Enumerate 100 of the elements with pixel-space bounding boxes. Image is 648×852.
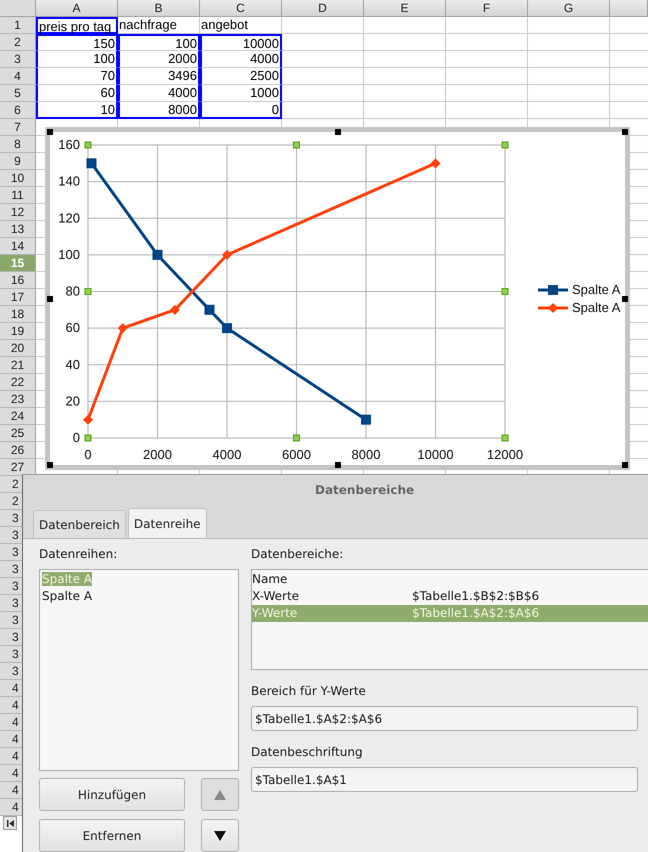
y-tick-label: 160 bbox=[58, 137, 80, 152]
column-header[interactable]: D bbox=[282, 0, 364, 17]
list-item[interactable]: Spalte A bbox=[42, 589, 92, 603]
x-tick-label: 0 bbox=[84, 447, 92, 462]
table-cell: 3496 bbox=[118, 68, 200, 85]
table-cell: angebot bbox=[200, 17, 282, 34]
series-list[interactable]: Spalte A Spalte A bbox=[39, 569, 239, 771]
selection-handle[interactable] bbox=[293, 434, 300, 442]
point bbox=[152, 250, 162, 260]
selection-handle[interactable] bbox=[47, 462, 53, 468]
down-arrow-icon bbox=[213, 830, 227, 842]
selection-handle[interactable] bbox=[84, 288, 92, 295]
table-cell: 4000 bbox=[200, 51, 282, 68]
row-header[interactable]: 21 bbox=[0, 357, 36, 374]
point bbox=[222, 250, 232, 260]
row-header[interactable]: 5 bbox=[0, 85, 36, 102]
up-arrow-icon bbox=[213, 788, 227, 800]
row-header[interactable]: 24 bbox=[0, 408, 36, 425]
legend-label: Spalte A bbox=[572, 282, 620, 297]
y-tick-label: 40 bbox=[66, 356, 80, 372]
table-cell: preis pro tag bbox=[36, 17, 118, 34]
row-header[interactable]: 8 bbox=[0, 136, 36, 153]
field-label: Datenbeschriftung bbox=[251, 745, 364, 760]
table-cell: 4000 bbox=[118, 85, 200, 102]
list-row[interactable]: Name bbox=[252, 571, 648, 588]
tab[interactable]: Datenreihe bbox=[128, 508, 207, 538]
point bbox=[430, 158, 440, 168]
row-header[interactable]: 22 bbox=[0, 374, 36, 391]
row-header[interactable]: 19 bbox=[0, 323, 36, 340]
selection-handle[interactable] bbox=[47, 296, 53, 302]
column-header[interactable]: E bbox=[364, 0, 446, 17]
row-header[interactable]: 25 bbox=[0, 425, 36, 442]
add-button[interactable]: Hinzufügen bbox=[39, 778, 185, 811]
row-header[interactable]: 13 bbox=[0, 221, 36, 238]
row-header[interactable]: 12 bbox=[0, 204, 36, 221]
y-tick-label: 140 bbox=[58, 174, 80, 189]
series-label: Datenreihen: bbox=[39, 547, 118, 562]
row-header[interactable]: 14 bbox=[0, 238, 36, 255]
table-cell: 10000 bbox=[200, 34, 282, 51]
row-header[interactable]: 2 bbox=[0, 34, 36, 51]
label-input-field[interactable]: $Tabelle1.$A$1 bbox=[251, 767, 638, 792]
x-tick-label: 4000 bbox=[212, 447, 242, 462]
x-tick-label: 8000 bbox=[352, 447, 380, 462]
point bbox=[86, 158, 96, 168]
move-down-button[interactable] bbox=[201, 819, 239, 852]
table-cell: 0 bbox=[200, 102, 282, 119]
row-header[interactable]: 3 bbox=[0, 51, 36, 68]
y-tick-label: 0 bbox=[72, 430, 80, 445]
row-header[interactable]: 4 bbox=[0, 68, 36, 85]
selection-handle[interactable] bbox=[502, 434, 508, 442]
table-cell: 100 bbox=[118, 34, 200, 51]
row-header[interactable]: 1 bbox=[0, 17, 36, 34]
selection-handle[interactable] bbox=[47, 129, 53, 135]
first-sheet-icon[interactable] bbox=[3, 816, 17, 830]
range-input-field[interactable]: $Tabelle1.$A$2:$A$6 bbox=[251, 706, 638, 731]
remove-button[interactable]: Entfernen bbox=[39, 819, 185, 852]
point bbox=[83, 414, 93, 425]
column-header[interactable]: G bbox=[528, 0, 610, 17]
table-cell: 2500 bbox=[200, 68, 282, 85]
column-header[interactable]: B bbox=[118, 0, 200, 17]
column-header[interactable]: C bbox=[200, 0, 282, 17]
column-header[interactable] bbox=[610, 0, 648, 17]
selection-handle[interactable] bbox=[293, 142, 300, 148]
row-header[interactable]: 9 bbox=[0, 153, 36, 170]
row-header[interactable]: 17 bbox=[0, 289, 36, 306]
selection-handle[interactable] bbox=[334, 462, 340, 468]
column-header[interactable]: F bbox=[446, 0, 528, 17]
column-header[interactable]: A bbox=[36, 0, 118, 17]
row-header[interactable]: 20 bbox=[0, 340, 36, 357]
chart-frame[interactable]: 0 20 40 60 80 100 120 140 160 0 2000 4000 6000 8000 10000 12000 Spalte A Spalte A bbox=[45, 127, 630, 470]
row-header[interactable]: 27 bbox=[0, 459, 36, 476]
table-cell: 2000 bbox=[118, 51, 200, 68]
selection-handle[interactable] bbox=[502, 142, 508, 148]
row-header[interactable]: 6 bbox=[0, 102, 36, 119]
selection-handle[interactable] bbox=[622, 296, 628, 302]
row-header[interactable]: 10 bbox=[0, 170, 36, 187]
selection-handle[interactable] bbox=[84, 142, 92, 148]
selection-handle[interactable] bbox=[622, 129, 628, 135]
selection-handle[interactable] bbox=[502, 288, 508, 295]
row-header[interactable]: 7 bbox=[0, 119, 36, 136]
y-tick-label: 120 bbox=[58, 210, 80, 226]
row-header[interactable]: 23 bbox=[0, 391, 36, 408]
field-label: Bereich für Y-Werte bbox=[251, 684, 367, 699]
select-all-corner[interactable] bbox=[0, 0, 36, 17]
selection-handle[interactable] bbox=[84, 434, 92, 442]
x-tick-label: 12000 bbox=[486, 447, 524, 462]
row-header[interactable]: 16 bbox=[0, 272, 36, 289]
table-cell: nachfrage bbox=[118, 17, 200, 34]
table-cell: 8000 bbox=[118, 102, 200, 119]
row-header[interactable]: 18 bbox=[0, 306, 36, 323]
selection-handle[interactable] bbox=[334, 129, 340, 135]
row-header[interactable]: 11 bbox=[0, 187, 36, 204]
tab[interactable]: Datenbereich bbox=[33, 510, 126, 538]
legend-key-icon bbox=[538, 285, 568, 295]
ranges-list[interactable]: Name X-Werte $Tabelle1.$B$2:$B$6 Y-Werte $Tabelle1.$A$2:$A$6 bbox=[251, 569, 648, 670]
y-tick-label: 100 bbox=[58, 246, 80, 262]
x-tick-label: 10000 bbox=[417, 447, 454, 462]
selection-handle[interactable] bbox=[622, 462, 628, 468]
list-row[interactable]: X-Werte $Tabelle1.$B$2:$B$6 bbox=[252, 588, 648, 605]
row-header[interactable]: 26 bbox=[0, 442, 36, 459]
